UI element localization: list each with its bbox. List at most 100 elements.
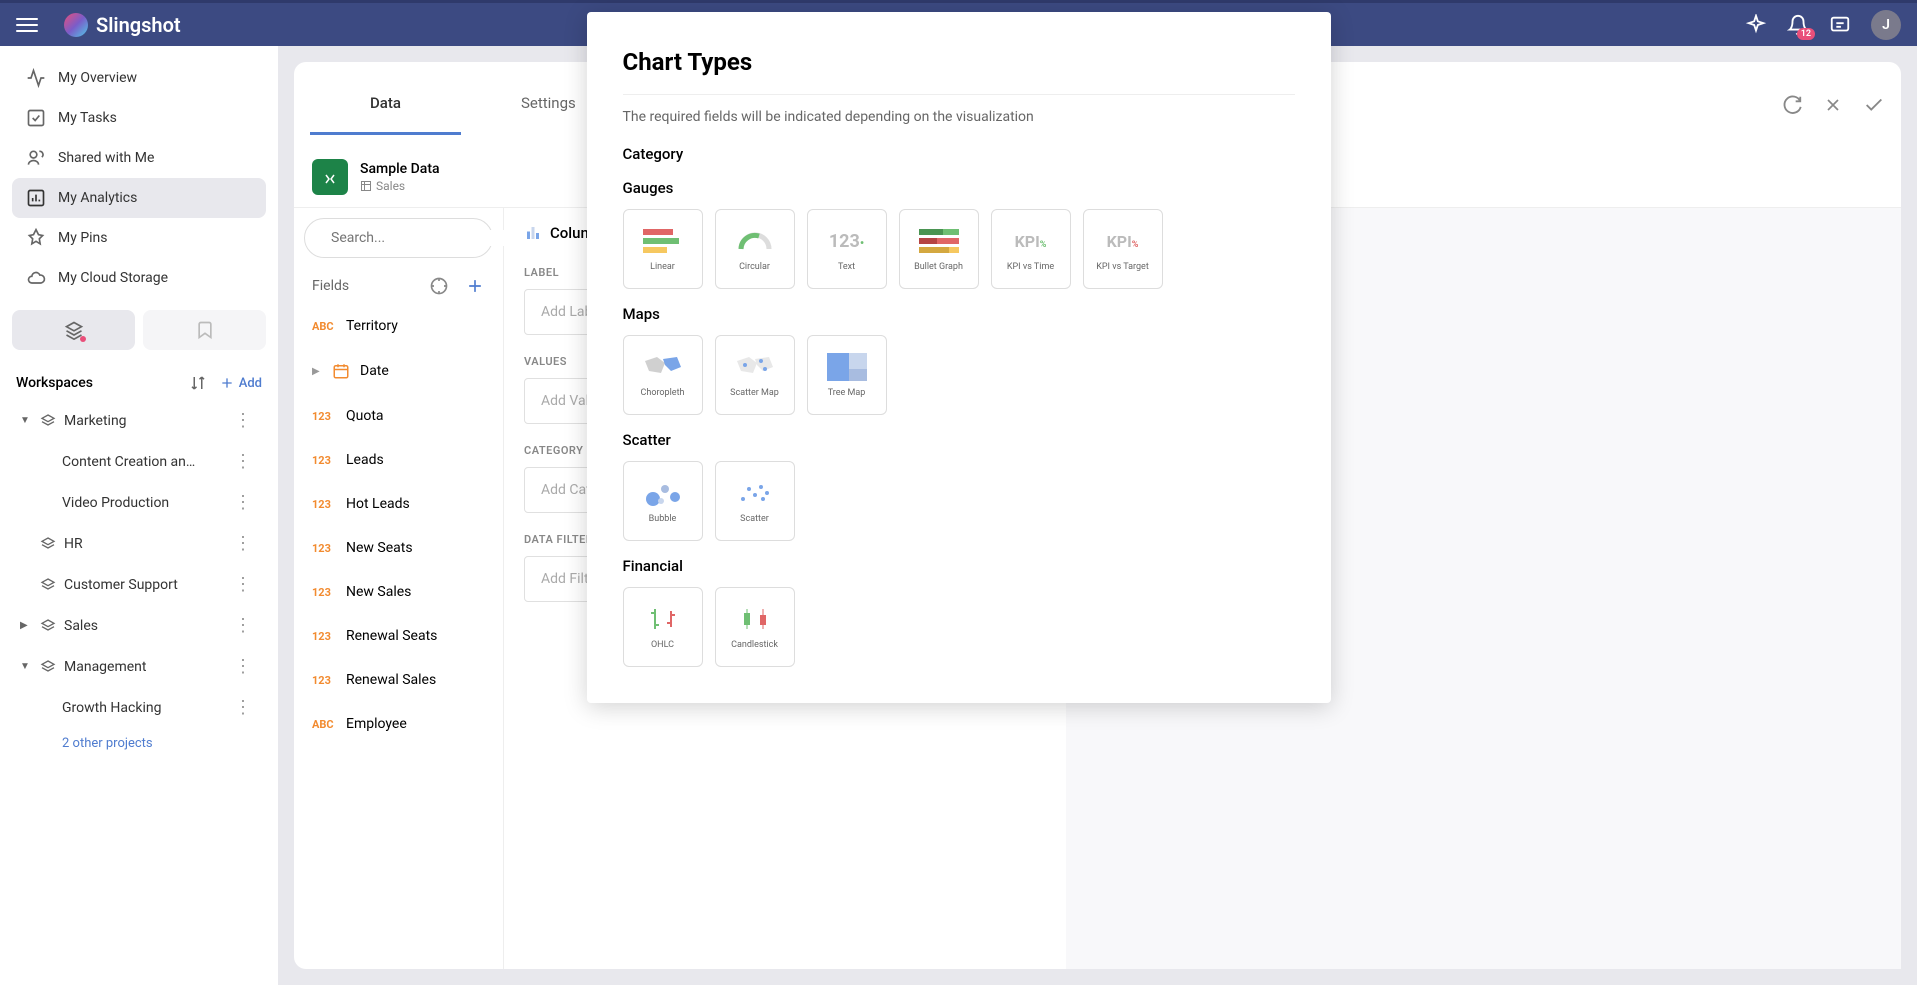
close-icon[interactable] <box>1823 95 1843 115</box>
tree-item-growth[interactable]: Growth Hacking ⋮ <box>12 687 266 728</box>
chart-type-label: Candlestick <box>731 640 778 650</box>
chart-type-label: KPI vs Time <box>1007 262 1054 272</box>
plus-icon[interactable] <box>465 276 485 296</box>
chart-type-card[interactable]: 123•Text <box>807 209 887 289</box>
field-item[interactable]: ABCTerritory <box>294 304 503 348</box>
search-input[interactable] <box>304 218 493 258</box>
section-financial: Financial <box>623 557 1295 575</box>
sidebar-item-overview[interactable]: My Overview <box>12 58 266 98</box>
chevron-right-icon: ▶ <box>20 620 32 631</box>
chart-preview-icon <box>643 478 683 508</box>
redo-icon[interactable] <box>1781 94 1803 116</box>
field-name: Date <box>360 363 389 379</box>
chart-type-card[interactable]: Scatter <box>715 461 795 541</box>
chart-preview-icon <box>735 226 775 256</box>
chart-type-card[interactable]: Tree Map <box>807 335 887 415</box>
field-name: Quota <box>346 408 384 424</box>
chart-preview-icon <box>643 352 683 382</box>
hamburger-icon[interactable] <box>16 18 56 32</box>
chart-type-card[interactable]: Scatter Map <box>715 335 795 415</box>
more-icon[interactable]: ⋮ <box>228 697 258 718</box>
sort-icon[interactable] <box>189 374 207 392</box>
table-icon <box>360 180 372 192</box>
chart-type-card[interactable]: Candlestick <box>715 587 795 667</box>
field-item[interactable]: 123Renewal Sales <box>294 658 503 702</box>
tab-data[interactable]: Data <box>310 74 461 135</box>
avatar[interactable]: J <box>1871 10 1901 40</box>
plus-icon <box>219 375 235 391</box>
check-icon[interactable] <box>1863 94 1885 116</box>
field-name: New Sales <box>346 584 411 600</box>
other-projects-link[interactable]: 2 other projects <box>12 728 266 759</box>
field-item[interactable]: 123Hot Leads <box>294 482 503 526</box>
more-icon[interactable]: ⋮ <box>228 492 258 513</box>
chart-type-card[interactable]: Bubble <box>623 461 703 541</box>
chart-type-label: Scatter Map <box>730 388 779 398</box>
stack-icon <box>40 659 56 675</box>
field-item[interactable]: 123Leads <box>294 438 503 482</box>
sidebar-item-cloud[interactable]: My Cloud Storage <box>12 258 266 298</box>
tree-item-management[interactable]: ▼ Management ⋮ <box>12 646 266 687</box>
stack-icon <box>40 618 56 634</box>
more-icon[interactable]: ⋮ <box>228 615 258 636</box>
field-item[interactable]: 123Quota <box>294 394 503 438</box>
tree-item-support[interactable]: Customer Support ⋮ <box>12 564 266 605</box>
stack-icon <box>40 413 56 429</box>
chart-preview-icon <box>643 226 683 256</box>
field-type-badge: 123 <box>312 542 336 555</box>
chart-type-card[interactable]: OHLC <box>623 587 703 667</box>
chart-type-label: Text <box>838 262 855 272</box>
chart-type-card[interactable]: KPI%KPI vs Target <box>1083 209 1163 289</box>
field-name: Hot Leads <box>346 496 410 512</box>
modal-title: Chart Types <box>623 48 1295 76</box>
chat-icon[interactable] <box>1829 14 1851 36</box>
field-item[interactable]: ▶Date <box>294 348 503 394</box>
sparkle-icon[interactable] <box>1745 14 1767 36</box>
chart-type-card[interactable]: Linear <box>623 209 703 289</box>
field-item[interactable]: 123 New Sales <box>294 570 503 614</box>
field-name: Renewal Seats <box>346 628 437 644</box>
field-item[interactable]: ABCEmployee <box>294 702 503 746</box>
chart-preview-icon: KPI% <box>1103 226 1143 256</box>
sidebar-item-analytics[interactable]: My Analytics <box>12 178 266 218</box>
section-scatter: Scatter <box>623 431 1295 449</box>
chart-preview-icon <box>735 478 775 508</box>
notification-count: 12 <box>1797 28 1815 40</box>
sidebar-item-shared[interactable]: Shared with Me <box>12 138 266 178</box>
tree-item-content[interactable]: Content Creation an… ⋮ <box>12 441 266 482</box>
more-icon[interactable]: ⋮ <box>228 533 258 554</box>
field-item[interactable]: 123Renewal Seats <box>294 614 503 658</box>
tree-item-hr[interactable]: HR ⋮ <box>12 523 266 564</box>
bookmarks-toggle[interactable] <box>143 310 266 350</box>
tree-item-sales[interactable]: ▶ Sales ⋮ <box>12 605 266 646</box>
more-icon[interactable]: ⋮ <box>228 656 258 677</box>
field-name: Territory <box>346 318 398 334</box>
brand-logo[interactable]: Slingshot <box>64 13 181 37</box>
sidebar-item-pins[interactable]: My Pins <box>12 218 266 258</box>
more-icon[interactable]: ⋮ <box>228 574 258 595</box>
tree-item-marketing[interactable]: ▼ Marketing ⋮ <box>12 400 266 441</box>
more-icon[interactable]: ⋮ <box>228 410 258 431</box>
target-icon[interactable] <box>429 276 449 296</box>
sidebar-item-tasks[interactable]: My Tasks <box>12 98 266 138</box>
more-icon[interactable]: ⋮ <box>228 451 258 472</box>
sidebar-item-label: My Tasks <box>58 110 117 126</box>
section-maps: Maps <box>623 305 1295 323</box>
fields-panel: Fields ABCTerritory▶Date123Quota123Leads… <box>294 208 504 969</box>
notifications-button[interactable]: 12 <box>1787 14 1809 36</box>
chart-type-card[interactable]: Circular <box>715 209 795 289</box>
add-workspace-button[interactable]: Add <box>219 375 262 391</box>
chart-preview-icon <box>827 352 867 382</box>
workspaces-toggle[interactable] <box>12 310 135 350</box>
field-type-badge: 123 <box>312 586 336 599</box>
chart-type-card[interactable]: Choropleth <box>623 335 703 415</box>
workspaces-label: Workspaces <box>16 375 93 391</box>
section-category: Category <box>623 145 1295 163</box>
field-item[interactable]: 123New Seats <box>294 526 503 570</box>
checkbox-icon <box>26 108 46 128</box>
chart-type-card[interactable]: KPI%KPI vs Time <box>991 209 1071 289</box>
chevron-down-icon: ▼ <box>20 415 32 426</box>
chart-type-card[interactable]: Bullet Graph <box>899 209 979 289</box>
datasource-sheet: Sales <box>360 179 440 193</box>
tree-item-video[interactable]: Video Production ⋮ <box>12 482 266 523</box>
